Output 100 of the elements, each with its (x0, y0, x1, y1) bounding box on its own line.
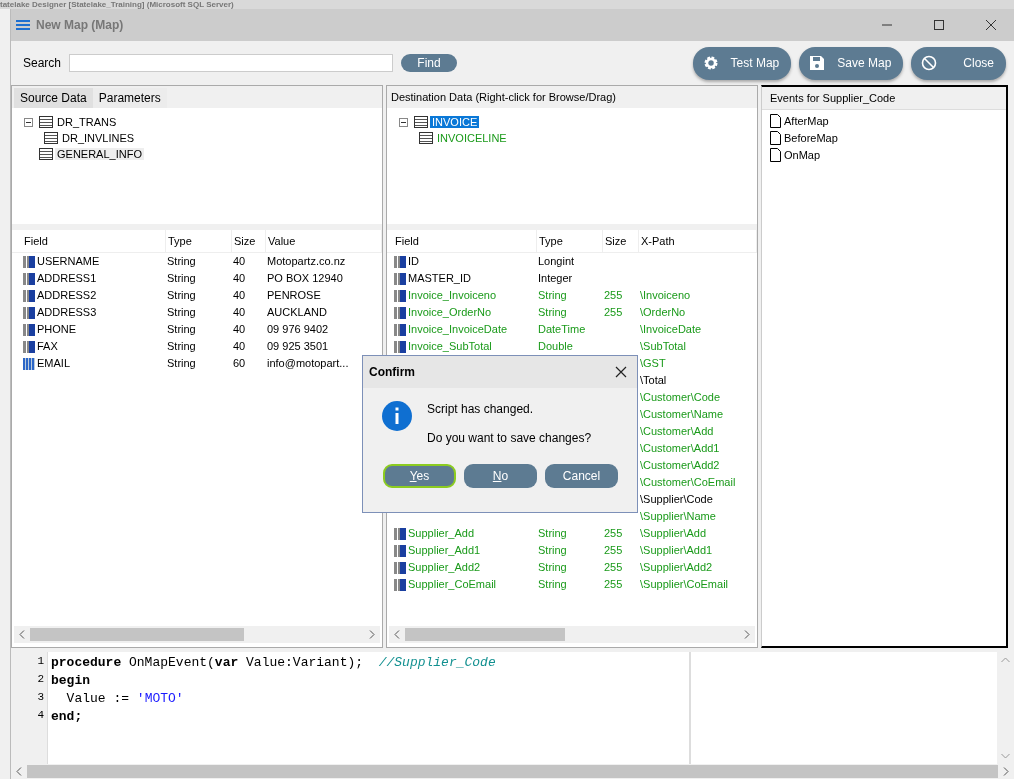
column-header[interactable]: Type (166, 230, 232, 252)
table-cell-text: String (538, 526, 567, 541)
code-token: Value := (65, 691, 130, 706)
table-cell-text: 09 976 9402 (266, 322, 330, 337)
event-item[interactable]: BeforeMap (784, 131, 838, 144)
table-cell-text: Double (538, 339, 573, 354)
scroll-left-icon[interactable] (394, 630, 400, 639)
table-cell-text: 40 (232, 322, 247, 337)
table-cell-text: 255 (604, 560, 623, 575)
document-icon (770, 130, 781, 145)
table-cell-text: \Invoiceno (640, 288, 691, 303)
table-cell-text: Invoice_OrderNo (408, 305, 492, 320)
field-icon (394, 272, 406, 285)
field-icon (394, 289, 406, 302)
table-cell-text: FAX (37, 339, 58, 354)
collapse-toggle-icon[interactable] (399, 117, 408, 127)
scrollbar-thumb[interactable] (30, 628, 244, 641)
tree-item[interactable]: DR_TRANS (55, 116, 119, 128)
field-icon (394, 578, 406, 591)
scroll-up-icon[interactable] (1001, 657, 1010, 663)
dialog-message: Script has changed. (427, 402, 535, 416)
tree-item[interactable]: GENERAL_INFO (55, 148, 144, 160)
tree-item[interactable]: INVOICE (430, 116, 480, 128)
table-cell-text: DateTime (538, 322, 586, 337)
dialog-button[interactable]: Cancel (545, 464, 618, 488)
code-token: Value:Variant); (245, 655, 365, 670)
find-button[interactable]: Find (401, 54, 458, 72)
tree-item[interactable]: INVOICELINE (435, 132, 509, 144)
dialog-button[interactable]: No (464, 464, 537, 488)
tree-item[interactable]: DR_INVLINES (60, 132, 137, 144)
table-cell-text: PENROSE (266, 288, 322, 303)
table-cell-text: AUCKLAND (266, 305, 328, 320)
table-cell-text: \OrderNo (640, 305, 686, 320)
line-number: 3 (36, 691, 45, 705)
scroll-down-icon[interactable] (1001, 753, 1010, 759)
table-cell-text: Integer (538, 271, 573, 286)
close-button[interactable]: Close (911, 46, 1006, 80)
save-map-button[interactable]: Save Map (799, 46, 904, 80)
gear-icon (702, 55, 719, 71)
panel-tab[interactable]: Parameters (92, 88, 167, 108)
table-cell-text: \Customer\Add2 (640, 458, 720, 473)
table-cell-text: \Supplier\Add1 (640, 543, 713, 558)
table-cell-text: 40 (232, 271, 247, 286)
table-cell-text: 255 (604, 543, 623, 558)
search-field[interactable] (69, 54, 394, 72)
table-cell-text: Invoice_InvoiceDate (408, 322, 508, 337)
code-token: 'MOTO' (136, 691, 184, 706)
test-map-button[interactable]: Test Map (692, 46, 792, 80)
field-icon (23, 289, 35, 302)
scroll-left-icon[interactable] (19, 630, 25, 639)
field-icon (394, 323, 406, 336)
column-header[interactable]: Value (266, 230, 382, 252)
scroll-right-icon[interactable] (369, 630, 375, 639)
table-cell-text: ADDRESS2 (37, 288, 97, 303)
table-cell-text: String (538, 560, 567, 575)
column-header[interactable]: X-Path (639, 230, 757, 252)
table-cell-text: Supplier_CoEmail (408, 577, 497, 592)
line-number: 2 (36, 673, 45, 687)
table-cell-text: 40 (232, 339, 247, 354)
table-cell-text: \Supplier\Code (640, 492, 713, 507)
table-cell-text: PHONE (37, 322, 77, 337)
table-cell-text: 255 (604, 577, 623, 592)
maximize-icon[interactable] (933, 19, 945, 31)
table-cell-text: \Customer\CoEmail (640, 475, 736, 490)
field-icon (23, 323, 35, 336)
scroll-right-icon[interactable] (1003, 767, 1009, 776)
scroll-left-icon[interactable] (16, 767, 22, 776)
scrollbar-thumb[interactable] (27, 765, 998, 778)
line-number: 1 (36, 655, 45, 669)
panel-header: Destination Data (Right-click for Browse/Drag) (387, 86, 757, 108)
column-header[interactable]: Field (22, 230, 166, 252)
close-icon[interactable] (615, 366, 627, 378)
document-icon (770, 113, 781, 128)
event-item[interactable]: AfterMap (784, 114, 829, 127)
table-cell-text: ADDRESS1 (37, 271, 97, 286)
column-header[interactable]: Type (537, 230, 603, 252)
table-cell-text: \GST (640, 356, 666, 371)
prohibited-icon (921, 55, 938, 71)
column-header[interactable]: Size (232, 230, 266, 252)
close-icon[interactable] (985, 19, 997, 31)
column-header[interactable]: Size (603, 230, 639, 252)
panel-tab[interactable]: Source Data (14, 88, 93, 108)
scroll-right-icon[interactable] (744, 630, 750, 639)
table-cell-text: String (166, 305, 197, 320)
table-cell-text: ADDRESS3 (37, 305, 97, 320)
event-item[interactable]: OnMap (784, 148, 821, 161)
column-header[interactable]: Field (393, 230, 537, 252)
table-cell-text: Invoice_SubTotal (408, 339, 492, 354)
dialog-button[interactable]: Yes (383, 464, 456, 488)
field-icon (394, 527, 406, 540)
table-cell-text: String (166, 339, 197, 354)
table-cell-text: String (538, 288, 567, 303)
table-cell-text: MASTER_ID (408, 271, 471, 286)
dialog-question: Do you want to save changes? (427, 431, 592, 445)
table-cell-text: String (538, 543, 567, 558)
field-icon (394, 255, 406, 268)
table-icon (39, 148, 53, 160)
scrollbar-thumb[interactable] (405, 628, 566, 641)
collapse-toggle-icon[interactable] (24, 117, 33, 127)
field-icon (394, 306, 406, 319)
